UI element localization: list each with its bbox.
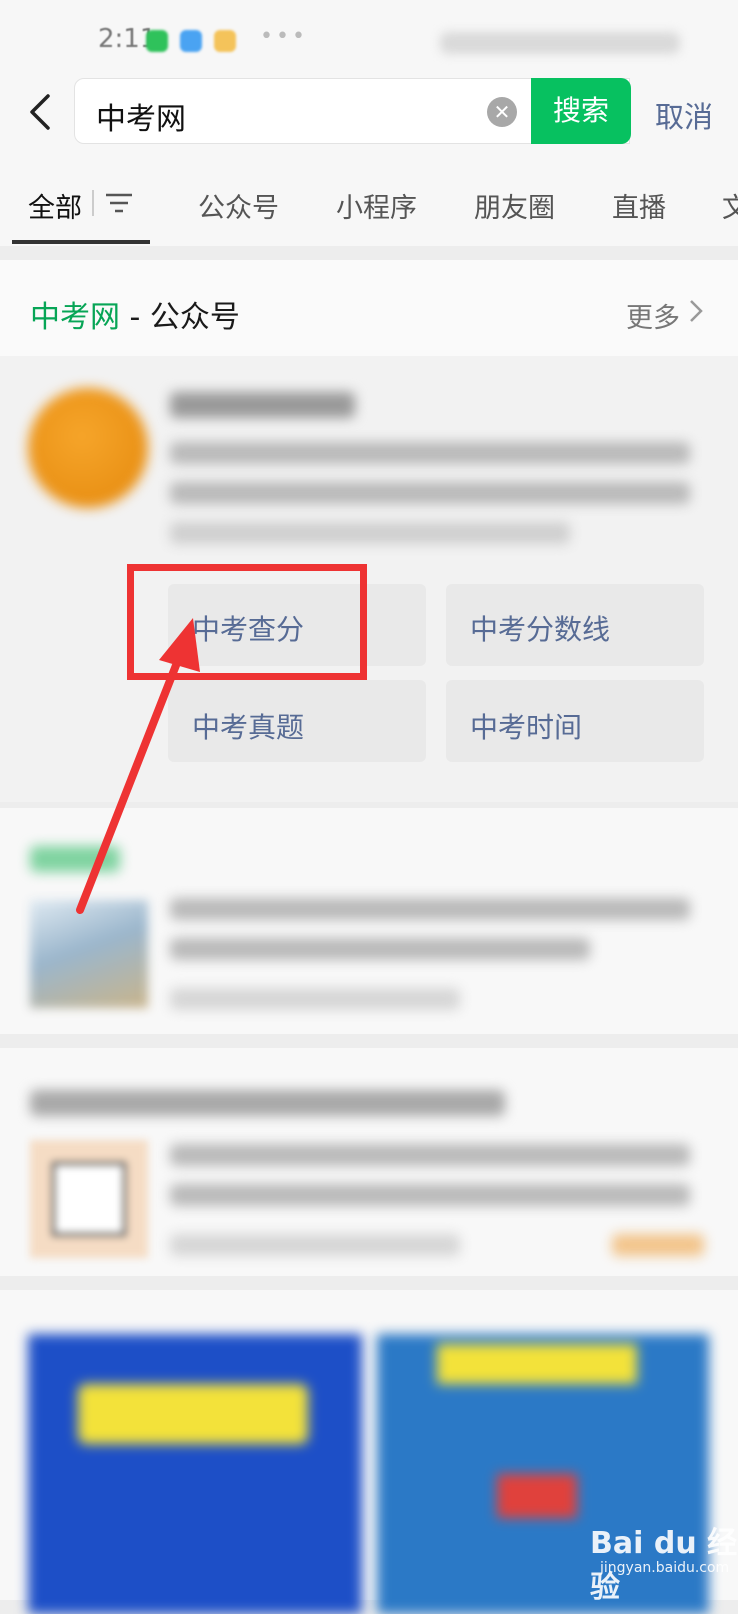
item-text-blurred bbox=[170, 938, 590, 960]
clear-icon[interactable]: ✕ bbox=[487, 97, 517, 127]
more-link[interactable]: 更多 bbox=[626, 296, 680, 335]
tab-divider bbox=[92, 190, 94, 216]
tab-mini-programs[interactable]: 小程序 bbox=[336, 186, 417, 225]
item-meta-blurred bbox=[170, 1234, 460, 1256]
item-meta-blurred bbox=[170, 988, 460, 1010]
tab-live[interactable]: 直播 bbox=[612, 186, 666, 225]
account-desc-blurred bbox=[170, 522, 570, 544]
app-icon bbox=[214, 30, 236, 52]
item-title-blurred bbox=[30, 846, 120, 872]
item-tag-blurred bbox=[612, 1234, 704, 1256]
more-status-icon: ••• bbox=[260, 24, 308, 49]
quick-link-label[interactable]: 中考时间 bbox=[470, 706, 582, 746]
highlight-box bbox=[127, 564, 367, 680]
account-desc-blurred bbox=[170, 442, 690, 464]
back-arrow-icon[interactable] bbox=[22, 88, 62, 136]
chevron-right-icon[interactable] bbox=[686, 298, 706, 324]
tab-moments[interactable]: 朋友圈 bbox=[474, 186, 555, 225]
item-thumbnail bbox=[30, 900, 148, 1008]
cancel-button[interactable]: 取消 bbox=[655, 94, 713, 136]
quick-link-label[interactable]: 中考分数线 bbox=[470, 608, 610, 648]
active-tab-underline bbox=[12, 240, 150, 244]
item-text-blurred bbox=[170, 1144, 690, 1166]
account-name-blurred bbox=[170, 392, 355, 418]
item-text-blurred bbox=[170, 898, 690, 920]
wechat-icon bbox=[146, 30, 168, 52]
item-thumbnail bbox=[30, 1140, 148, 1258]
video-poster[interactable] bbox=[28, 1334, 362, 1614]
quick-link-label[interactable]: 中考真题 bbox=[192, 706, 304, 746]
search-query-text[interactable]: 中考网 bbox=[96, 94, 186, 138]
account-desc-blurred bbox=[170, 482, 690, 504]
item-text-blurred bbox=[170, 1184, 690, 1206]
watermark-url: jingyan.baidu.com bbox=[600, 1560, 730, 1576]
app-icon bbox=[180, 30, 202, 52]
account-avatar[interactable] bbox=[28, 388, 148, 508]
item-title-blurred bbox=[30, 1090, 505, 1116]
section-title: 中考网 - 公众号 bbox=[30, 300, 240, 335]
tab-official-accounts[interactable]: 公众号 bbox=[198, 186, 279, 225]
filter-icon[interactable] bbox=[104, 192, 134, 214]
tab-all[interactable]: 全部 bbox=[28, 186, 82, 225]
search-button[interactable]: 搜索 bbox=[531, 78, 631, 144]
tab-articles[interactable]: 文 bbox=[722, 186, 738, 225]
status-indicators bbox=[440, 32, 680, 54]
